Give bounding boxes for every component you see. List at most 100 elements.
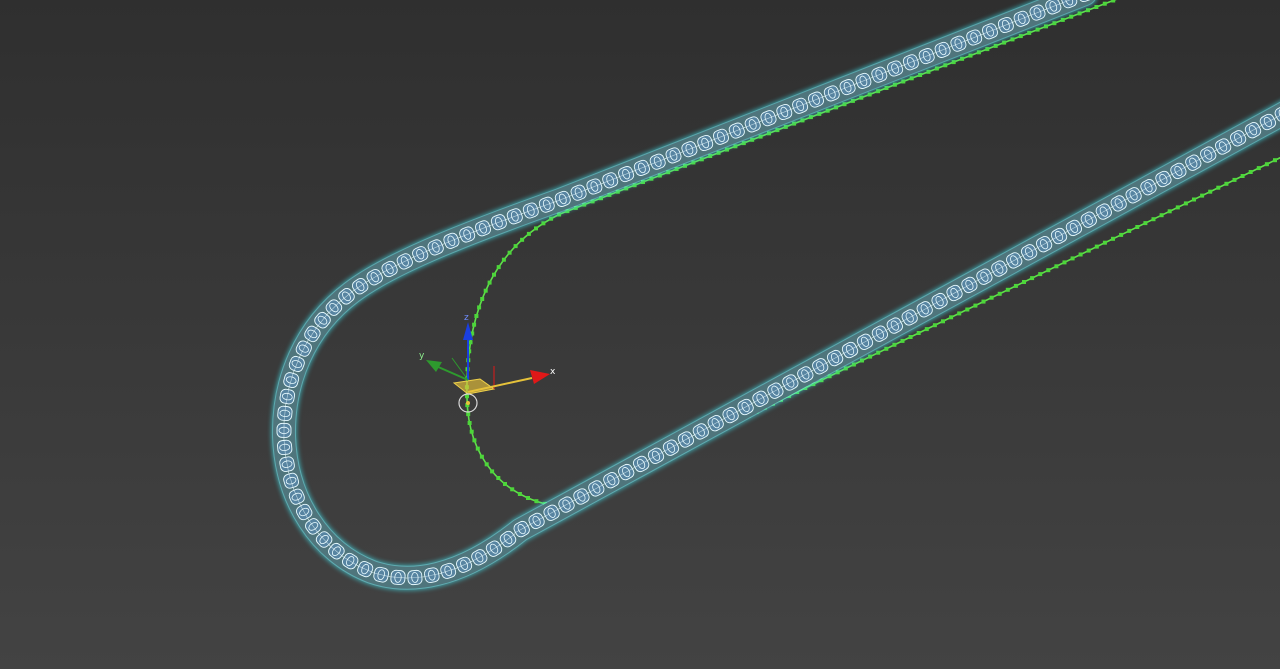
spline-vertex [469,429,474,434]
spline-vertex [1027,30,1032,35]
chain-links [276,0,1280,586]
spline-vertex [472,322,477,327]
spline-vertex [1102,1,1107,6]
spline-vertex [1094,244,1099,249]
transform-gizmo[interactable]: z y x [419,313,556,413]
spline-vertex [908,335,913,339]
spline-vertex [1094,5,1099,9]
spline-vertex [1167,209,1172,214]
spline-vertex [1086,8,1090,13]
spline-vertex [1038,272,1043,277]
spline-vertex [989,295,994,300]
spline-vertex [477,305,482,310]
spline-vertex [467,421,472,425]
spline-vertex [484,462,489,467]
spline-vertex [1010,37,1015,42]
spline-vertex [496,476,501,480]
spline-vertex [517,492,522,496]
spline-vertex [943,63,948,68]
spline-vertex [924,327,929,332]
spline-vertex [479,454,484,459]
spline-vertex [973,303,978,308]
spline-vertex [513,244,518,249]
spline-vertex [1232,177,1237,182]
3d-viewport[interactable]: z y x [0,0,1280,669]
spline-vertex [1216,185,1221,190]
spline-vertex [1264,162,1269,167]
gizmo-plane-handle[interactable] [452,378,496,395]
spline-vertex [487,280,492,285]
spline-vertex [918,73,923,77]
spline-vertex [884,86,889,90]
spline-vertex [932,323,937,328]
spline-vertex [534,226,538,231]
spline-vertex [1102,240,1107,245]
spline-vertex [1054,264,1059,269]
spline-vertex [1183,201,1188,206]
spline-vertex [993,43,998,48]
spline-vertex [1078,252,1083,257]
spline-vertex [860,358,864,363]
spline-vertex [1200,193,1205,198]
spline-vertex [941,319,945,324]
spline-vertex [1077,11,1082,16]
spline-vertex [1111,0,1116,3]
chain-wire-outline [271,0,1280,590]
spline-vertex [960,56,965,61]
spline-vertex [1175,205,1180,210]
spline-vertex [976,50,981,55]
spline-vertex [526,496,530,500]
spline-vertex [951,60,956,65]
spline-vertex [475,446,480,451]
spline-vertex [892,82,897,87]
gizmo-y-axis[interactable]: y [419,351,469,381]
spline-vertex [1208,189,1213,194]
spline-vertex [968,53,973,58]
spline-vertex [901,79,906,84]
spline-vertex [1273,158,1277,163]
spline-vertex [534,499,539,504]
spline-vertex [965,307,970,312]
spline-vertex [1018,34,1023,39]
spline-vertex [1030,276,1035,281]
spline-vertex [1127,228,1132,233]
chain-mesh[interactable] [270,0,1280,591]
spline-vertex [900,338,905,343]
spline-vertex [957,311,962,316]
spline-vertex [1046,268,1051,273]
spline-vertex [1052,21,1057,26]
spline-vertex [949,315,954,320]
spline-vertex [1060,17,1065,22]
gizmo-z-axis[interactable]: z [463,313,473,380]
spline-vertex [1035,27,1040,32]
spline-vertex [1062,260,1067,265]
chain-selection-glow [270,0,1280,591]
spline-vertex [1135,225,1140,229]
gizmo-y-label: y [419,351,425,361]
spline-vertex [496,265,501,270]
spline-vertex [1013,283,1018,288]
viewport-scene[interactable]: z y x [0,0,1280,669]
spline-vertex [1070,256,1075,261]
spline-vertex [483,288,488,293]
spline-vertex [859,95,864,100]
spline-vertex [1143,221,1148,226]
spline-vertex [1256,166,1261,171]
spline-vertex [1111,236,1115,241]
spline-vertex [1086,248,1091,253]
spline-vertex [480,297,485,301]
spline-vertex [490,469,495,474]
spline-vertex [474,314,479,318]
spline-vertex [997,291,1002,296]
spline-vertex [526,231,531,236]
spline-vertex [1005,287,1010,292]
spline-vertex [468,340,473,345]
spline-vertex [1151,217,1156,222]
spline-vertex [501,257,506,262]
spline-vertex [1224,181,1229,186]
spline-vertex [916,331,921,335]
spline-vertex [876,89,881,94]
gizmo-z-label: z [464,313,469,323]
spline-vertex [868,354,873,359]
spline-vertex [1044,24,1048,29]
